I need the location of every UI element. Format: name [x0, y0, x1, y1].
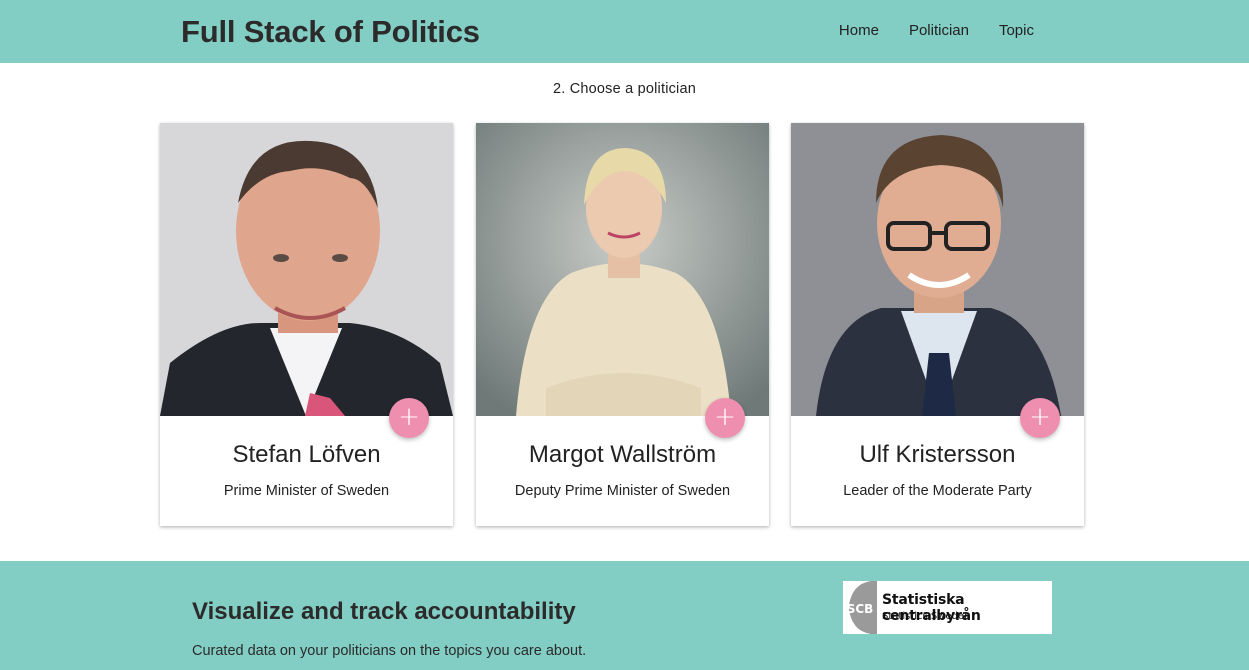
- politician-role: Leader of the Moderate Party: [843, 483, 1032, 499]
- politician-photo: [476, 123, 769, 416]
- politician-name: Ulf Kristersson: [859, 441, 1016, 468]
- nav-politician-link[interactable]: Politician: [894, 22, 984, 40]
- politician-name: Margot Wallström: [528, 441, 717, 468]
- footer: Visualize and track accountability Curat…: [0, 561, 1249, 670]
- footer-subtitle: Curated data on your politicians on the …: [192, 643, 587, 659]
- main-nav: Home Politician Topic: [824, 22, 1049, 40]
- scb-logo-mark-icon: SCB: [847, 581, 877, 634]
- politician-photo: [791, 123, 1084, 416]
- add-politician-button[interactable]: +: [1020, 398, 1060, 438]
- nav-topic-link[interactable]: Topic: [984, 22, 1049, 40]
- step-label: 2. Choose a politician: [552, 81, 697, 97]
- scb-logo-subtitle: Statistics Sweden: [882, 611, 971, 622]
- add-politician-button[interactable]: +: [389, 398, 429, 438]
- site-title[interactable]: Full Stack of Politics: [181, 14, 480, 50]
- add-politician-button[interactable]: +: [705, 398, 745, 438]
- politician-name: Stefan Löfven: [232, 441, 381, 468]
- politician-card-kristersson[interactable]: + Ulf Kristersson Leader of the Moderate…: [791, 123, 1084, 526]
- footer-title: Visualize and track accountability: [192, 598, 576, 625]
- svg-text:SCB: SCB: [847, 602, 874, 616]
- politician-role: Prime Minister of Sweden: [223, 483, 390, 499]
- scb-logo[interactable]: SCB Statistiska centralbyrån Statistics …: [843, 581, 1052, 634]
- politician-role: Deputy Prime Minister of Sweden: [514, 483, 731, 499]
- politician-photo: [160, 123, 453, 416]
- top-bar: Full Stack of Politics Home Politician T…: [0, 0, 1249, 63]
- politician-card-wallstrom[interactable]: + Margot Wallström Deputy Prime Minister…: [476, 123, 769, 526]
- politician-card-lofven[interactable]: + Stefan Löfven Prime Minister of Sweden: [160, 123, 453, 526]
- nav-home-link[interactable]: Home: [824, 22, 894, 40]
